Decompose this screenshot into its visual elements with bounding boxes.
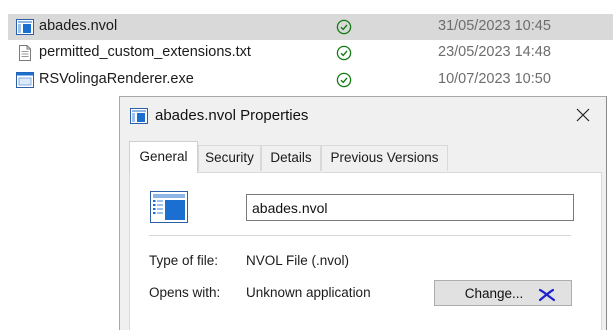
file-date: 31/05/2023 10:45 <box>438 18 551 34</box>
cursor-icon <box>538 288 556 302</box>
synced-check-icon <box>336 19 352 35</box>
tab-previous-versions[interactable]: Previous Versions <box>321 145 448 171</box>
file-row-permitted-extensions[interactable]: permitted_custom_extensions.txt 23/05/20… <box>8 40 613 66</box>
tab-general[interactable]: General <box>129 141 198 173</box>
opens-with-label: Opens with: <box>149 285 221 300</box>
close-icon <box>576 108 590 122</box>
file-row-abades[interactable]: abades.nvol 31/05/2023 10:45 <box>8 14 613 40</box>
file-row-rsvolinga-exe[interactable]: RSVolingaRenderer.exe 10/07/2023 10:50 <box>8 67 613 93</box>
exe-file-icon <box>16 72 34 88</box>
nvol-file-icon <box>150 191 188 223</box>
text-file-icon <box>19 45 31 61</box>
close-button[interactable] <box>560 97 606 133</box>
type-of-file-label: Type of file: <box>149 253 219 268</box>
general-tab-panel: Type of file: NVOL File (.nvol) Opens wi… <box>129 172 602 330</box>
dialog-title: abades.nvol Properties <box>155 107 309 124</box>
synced-check-icon <box>336 45 352 61</box>
filename-field[interactable] <box>246 194 574 221</box>
file-name: abades.nvol <box>39 18 118 34</box>
tab-security[interactable]: Security <box>198 145 261 171</box>
separator <box>149 235 571 236</box>
opens-with-value: Unknown application <box>246 285 371 300</box>
file-name: RSVolingaRenderer.exe <box>39 71 194 87</box>
file-date: 23/05/2023 14:48 <box>438 44 551 60</box>
synced-check-icon <box>336 72 352 88</box>
properties-dialog: abades.nvol Properties General Security … <box>119 96 607 330</box>
tab-details[interactable]: Details <box>261 145 321 171</box>
file-name: permitted_custom_extensions.txt <box>39 44 251 60</box>
nvol-file-icon <box>16 19 34 35</box>
nvol-file-icon <box>130 108 148 124</box>
type-of-file-value: NVOL File (.nvol) <box>246 253 350 268</box>
file-date: 10/07/2023 10:50 <box>438 71 551 87</box>
